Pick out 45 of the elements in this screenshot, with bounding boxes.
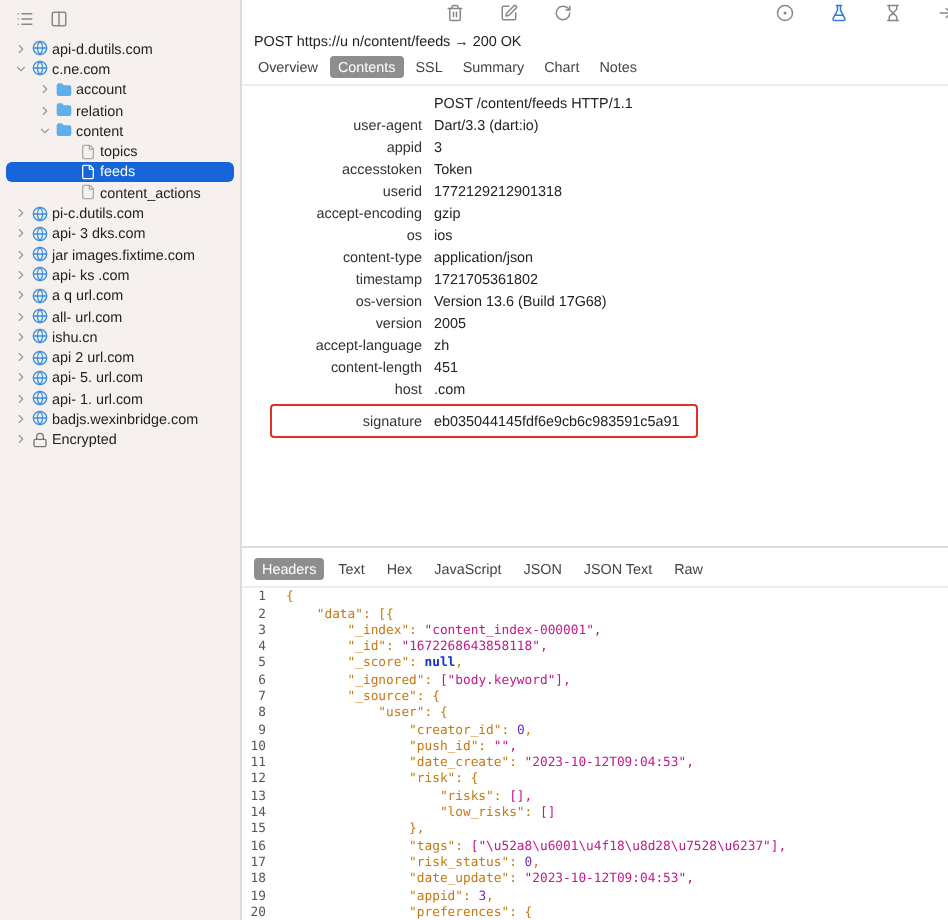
chevron-right-icon[interactable]: [14, 329, 28, 344]
chevron-right-icon[interactable]: [14, 206, 28, 221]
folder-icon: [56, 102, 72, 119]
globe-icon: [32, 225, 48, 242]
globe-icon: [32, 287, 48, 304]
chevron-right-icon[interactable]: [14, 391, 28, 406]
chevron-right-icon[interactable]: [14, 309, 28, 323]
folder-icon: [56, 122, 72, 139]
globe-icon: [32, 369, 48, 386]
edit-icon[interactable]: [500, 4, 518, 23]
folder-icon: [56, 81, 72, 98]
chevron-right-icon[interactable]: [14, 411, 28, 426]
chevron-down-icon[interactable]: [14, 61, 28, 76]
list-icon[interactable]: [16, 9, 34, 27]
file-icon: [80, 143, 96, 160]
globe-icon: [32, 349, 48, 366]
globe-icon: [32, 205, 48, 222]
chevron-right-icon[interactable]: [38, 82, 52, 97]
chevron-right-icon[interactable]: [14, 267, 28, 282]
chevron-right-icon[interactable]: [14, 370, 28, 385]
globe-icon: [32, 410, 48, 427]
chevron-right-icon[interactable]: [38, 103, 52, 118]
chevron-right-icon[interactable]: [14, 288, 28, 303]
globe-icon: [32, 60, 48, 77]
trash-icon[interactable]: [446, 4, 464, 23]
chevron-right-icon[interactable]: [14, 226, 28, 241]
hourglass-icon[interactable]: [884, 4, 902, 23]
chevron-right-icon[interactable]: [14, 41, 28, 56]
globe-icon: [32, 246, 48, 263]
chevron-right-icon[interactable]: [14, 247, 28, 262]
flask-icon[interactable]: [830, 4, 848, 23]
refresh-icon[interactable]: [554, 4, 572, 23]
globe-icon: [32, 328, 48, 345]
columns-icon[interactable]: [50, 9, 68, 27]
chevron-right-icon[interactable]: [14, 350, 28, 365]
file-icon: [80, 184, 96, 201]
record-icon[interactable]: [776, 4, 794, 23]
file-icon: [80, 163, 96, 180]
globe-icon: [32, 308, 48, 324]
globe-icon: [32, 390, 48, 407]
globe-icon: [32, 266, 48, 283]
globe-icon: [32, 40, 48, 57]
chevron-right-icon[interactable]: [14, 432, 28, 447]
chevron-down-icon[interactable]: [38, 123, 52, 138]
lock-icon: [32, 431, 48, 448]
